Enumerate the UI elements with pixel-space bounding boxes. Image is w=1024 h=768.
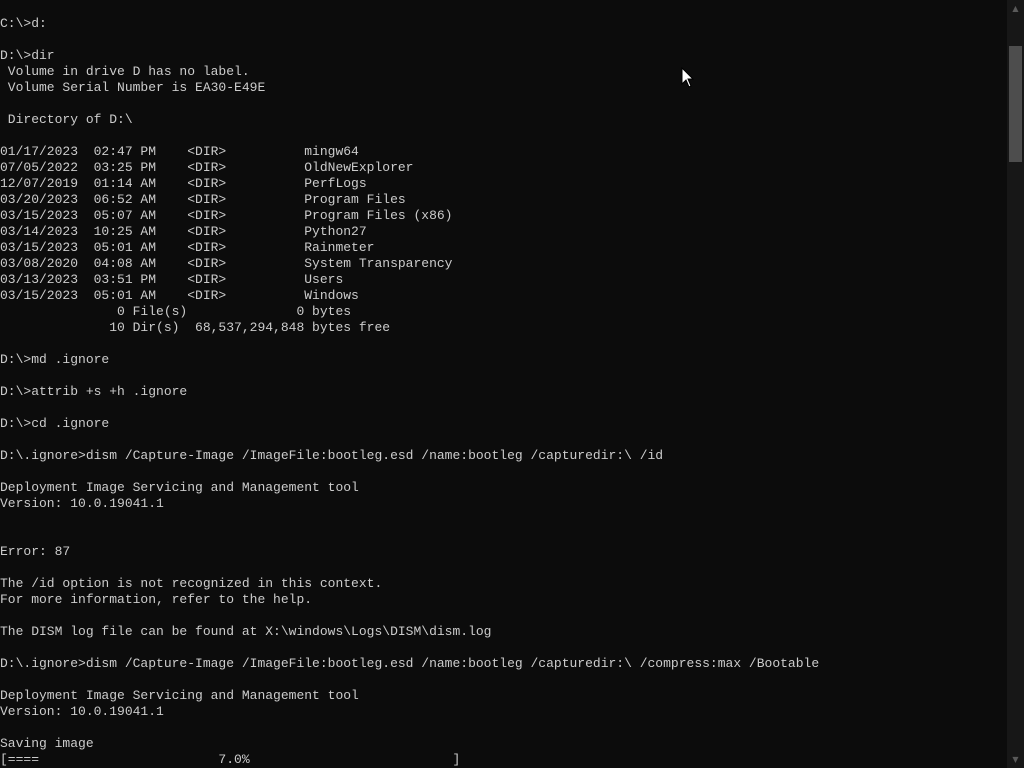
console-line: D:\.ignore>dism /Capture-Image /ImageFil…	[0, 448, 664, 463]
scrollbar-thumb[interactable]	[1009, 46, 1022, 162]
console-line: D:\>dir	[0, 48, 55, 63]
scroll-down-arrow-icon[interactable]: ▼	[1007, 751, 1024, 768]
vertical-scrollbar[interactable]: ▲ ▼	[1007, 0, 1024, 768]
console-line: C:\>d:	[0, 16, 47, 31]
console-line: 03/15/2023 05:01 AM <DIR> Rainmeter	[0, 240, 375, 255]
console-line: 07/05/2022 03:25 PM <DIR> OldNewExplorer	[0, 160, 414, 175]
console-window[interactable]: C:\>d: D:\>dir Volume in drive D has no l…	[0, 0, 1007, 768]
console-line: The DISM log file can be found at X:\win…	[0, 624, 492, 639]
console-line: 03/14/2023 10:25 AM <DIR> Python27	[0, 224, 367, 239]
console-line: D:\.ignore>dism /Capture-Image /ImageFil…	[0, 656, 820, 671]
console-line: 03/08/2020 04:08 AM <DIR> System Transpa…	[0, 256, 453, 271]
console-line: Deployment Image Servicing and Managemen…	[0, 688, 359, 703]
console-line: Version: 10.0.19041.1	[0, 704, 164, 719]
console-line: D:\>cd .ignore	[0, 416, 110, 431]
console-line: Version: 10.0.19041.1	[0, 496, 164, 511]
console-line: Directory of D:\	[0, 112, 133, 127]
console-line: Volume in drive D has no label.	[0, 64, 250, 79]
console-line: [==== 7.0% ]	[0, 752, 461, 767]
console-line: Volume Serial Number is EA30-E49E	[0, 80, 266, 95]
console-line: 10 Dir(s) 68,537,294,848 bytes free	[0, 320, 391, 335]
console-line: 01/17/2023 02:47 PM <DIR> mingw64	[0, 144, 359, 159]
console-line: The /id option is not recognized in this…	[0, 576, 383, 591]
console-line: D:\>attrib +s +h .ignore	[0, 384, 188, 399]
console-line: 03/13/2023 03:51 PM <DIR> Users	[0, 272, 344, 287]
console-line: 12/07/2019 01:14 AM <DIR> PerfLogs	[0, 176, 367, 191]
console-line: 0 File(s) 0 bytes	[0, 304, 352, 319]
mouse-pointer-icon	[681, 67, 695, 88]
console-line: D:\>md .ignore	[0, 352, 110, 367]
console-line: Deployment Image Servicing and Managemen…	[0, 480, 359, 495]
console-line: Error: 87	[0, 544, 71, 559]
console-line: Saving image	[0, 736, 94, 751]
scroll-up-arrow-icon[interactable]: ▲	[1007, 0, 1024, 17]
console-output: C:\>d: D:\>dir Volume in drive D has no l…	[0, 16, 819, 768]
console-line: 03/15/2023 05:01 AM <DIR> Windows	[0, 288, 359, 303]
console-line: 03/15/2023 05:07 AM <DIR> Program Files …	[0, 208, 453, 223]
console-line: 03/20/2023 06:52 AM <DIR> Program Files	[0, 192, 406, 207]
console-line: For more information, refer to the help.	[0, 592, 313, 607]
